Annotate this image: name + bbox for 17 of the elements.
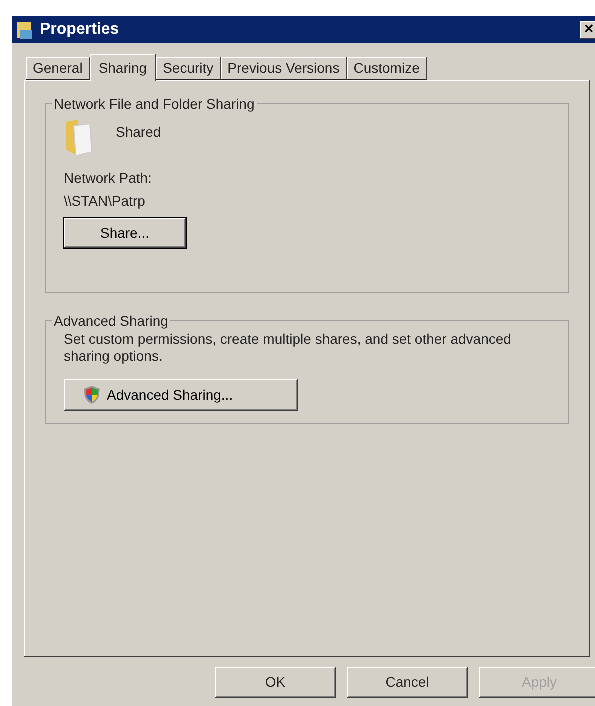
advanced-sharing-button[interactable]: Advanced Sharing... (64, 379, 298, 411)
tab[interactable]: General (26, 57, 90, 80)
folder-icon (16, 20, 34, 40)
network-path: \\STAN\Patrp (64, 192, 146, 211)
close-button[interactable]: × (580, 20, 595, 38)
tab[interactable]: Sharing (90, 54, 156, 81)
tab[interactable]: Previous Versions (220, 57, 347, 80)
tab[interactable]: Customize (346, 57, 427, 80)
description-text: Set custom permissions, create multiple shares, and set other advanced sharing options. (64, 331, 512, 365)
share-button[interactable]: Share... (64, 218, 186, 248)
share-status: Shared (116, 123, 162, 142)
dialog-button[interactable]: OK (215, 667, 336, 698)
shield-icon (83, 385, 101, 405)
tab[interactable]: Security (156, 57, 221, 80)
window-title: Properties (40, 20, 120, 40)
dialog-button[interactable]: Cancel (347, 667, 468, 698)
path-label: Network Path: (64, 169, 153, 188)
